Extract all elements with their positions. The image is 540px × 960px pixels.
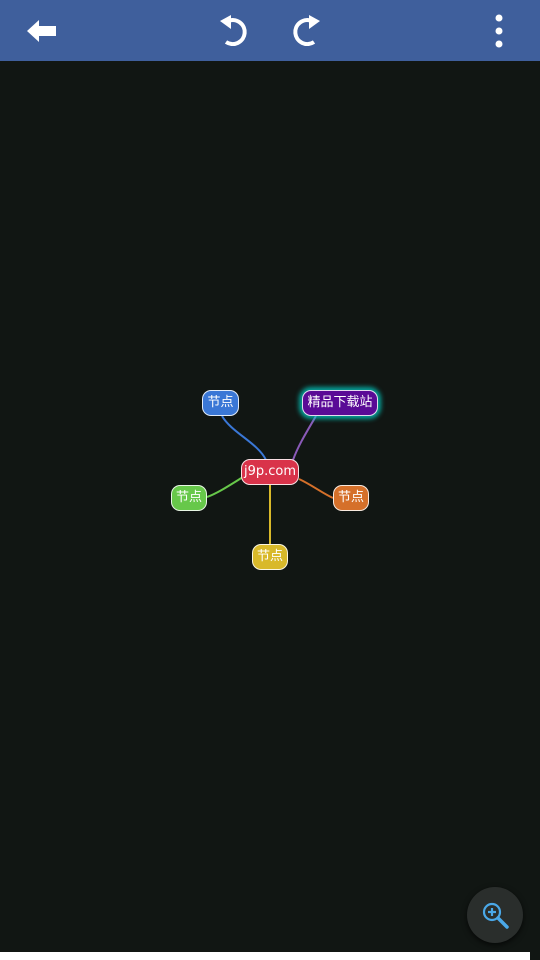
bottom-strip — [0, 952, 530, 960]
mindmap-node-yellow[interactable]: 节点 — [252, 544, 288, 570]
edge-to-purple-node — [292, 415, 317, 461]
mindmap-root-node[interactable]: j9p.com — [241, 459, 299, 485]
zoom-in-icon — [482, 902, 509, 929]
more-vert-icon — [495, 14, 503, 47]
mindmap-canvas[interactable]: 节点 精品下载站 j9p.com 节点 节点 节点 — [0, 61, 540, 952]
zoom-in-button[interactable] — [467, 887, 523, 943]
edge-to-orange-node — [298, 478, 334, 499]
redo-button[interactable] — [278, 0, 334, 61]
mindmap-node-green[interactable]: 节点 — [171, 485, 207, 511]
undo-button[interactable] — [206, 0, 262, 61]
edge-to-green-node — [206, 476, 244, 498]
toolbar — [0, 0, 540, 61]
mindmap-app: 节点 精品下载站 j9p.com 节点 节点 节点 — [0, 0, 540, 960]
more-options-button[interactable] — [474, 0, 524, 61]
mindmap-node-blue[interactable]: 节点 — [202, 390, 239, 416]
arrow-left-icon — [27, 19, 56, 42]
edge-to-blue-node — [221, 415, 267, 461]
mindmap-node-orange[interactable]: 节点 — [333, 485, 369, 511]
back-button[interactable] — [14, 0, 70, 61]
redo-icon — [293, 14, 320, 46]
mindmap-connections — [206, 415, 334, 544]
mindmap-node-purple-selected[interactable]: 精品下载站 — [302, 390, 378, 416]
undo-icon — [220, 14, 247, 46]
